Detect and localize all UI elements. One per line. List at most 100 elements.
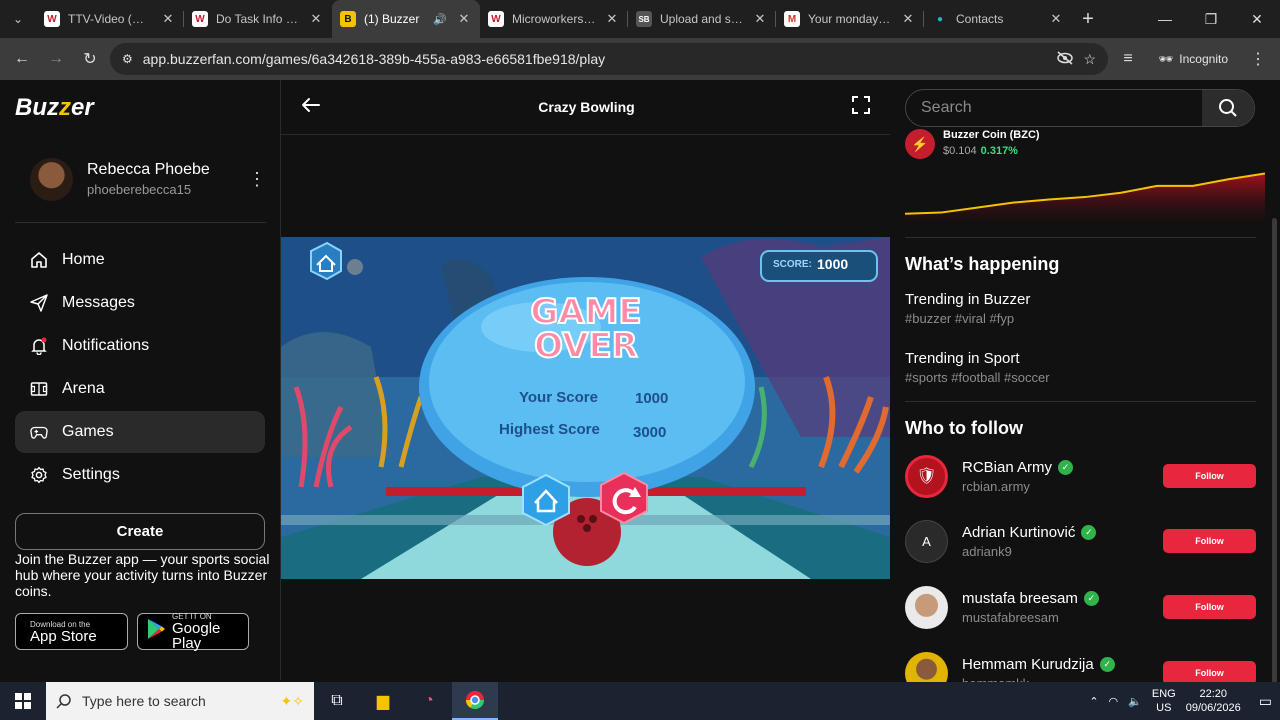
store-badges: Download on the App Store GET IT ON Goog… — [15, 612, 249, 651]
sidebar-item-settings[interactable]: Settings — [15, 454, 265, 496]
coin-price: $0.104 — [943, 145, 977, 157]
follow-suggestion[interactable]: 🛡 RCBian Army ✓ rcbian.army Follow — [905, 453, 1256, 499]
incognito-indicator[interactable]: 🕶 Incognito — [1148, 52, 1238, 66]
tab-favicon: SB — [636, 11, 652, 27]
back-arrow-icon[interactable] — [301, 97, 321, 118]
tab-close-icon[interactable]: ✕ — [604, 11, 620, 27]
follow-suggestion[interactable]: A Adrian Kurtinović ✓ adriank9 Follow — [905, 518, 1256, 564]
tab-title: Contacts — [956, 12, 1004, 26]
trend-item[interactable]: Trending in Buzzer #buzzer #viral #fyp — [905, 291, 1030, 326]
your-score-label: Your Score — [519, 389, 598, 406]
language-indicator[interactable]: ENG US — [1152, 687, 1176, 715]
clock[interactable]: 22:20 09/06/2026 — [1186, 687, 1241, 715]
follow-suggestion[interactable]: mustafa breesam ✓ mustafabreesam Follow — [905, 584, 1256, 630]
speaker-icon[interactable]: 🔊 — [432, 13, 448, 26]
browser-tab[interactable]: W Microworkers - v ✕ — [480, 0, 628, 38]
tab-close-icon[interactable]: ✕ — [160, 11, 176, 27]
browser-tab[interactable]: M Your monday CR ✕ — [776, 0, 924, 38]
coin-name: Buzzer Coin (BZC) — [943, 129, 1040, 141]
avatar[interactable] — [905, 585, 948, 629]
trend-item[interactable]: Trending in Sport #sports #football #soc… — [905, 350, 1050, 385]
sidebar-item-messages[interactable]: Messages — [15, 282, 265, 324]
game-canvas[interactable]: SCORE: 1000 GAME OVER Your Score 1000 Hi… — [281, 237, 890, 579]
browser-tab-bar: ⌄ W TTV-Video (CC): ✕ W Do Task Info | M… — [0, 0, 1280, 38]
browser-tab[interactable]: W Do Task Info | M ✕ — [184, 0, 332, 38]
follow-button[interactable]: Follow — [1163, 595, 1256, 619]
tab-title: (1) Buzzer — [364, 12, 420, 26]
app-store-big-text: App Store — [30, 627, 97, 645]
scrollbar[interactable] — [1272, 218, 1277, 688]
tab-favicon: W — [488, 11, 504, 27]
google-play-button[interactable]: GET IT ON Google Play — [137, 612, 249, 651]
left-sidebar: Buzzer Rebecca Phoebe phoeberebecca15 ⋮ … — [0, 80, 281, 680]
avatar[interactable] — [30, 157, 73, 201]
task-view-icon[interactable]: ⧉ — [314, 682, 360, 720]
media-control-icon[interactable]: ≡ — [1114, 45, 1142, 73]
suggestion-name: RCBian Army — [962, 458, 1053, 476]
coin-ticker[interactable]: ⚡ Buzzer Coin (BZC) $0.104 0.317% — [905, 129, 1040, 159]
tab-search-icon[interactable]: ⌄ — [0, 0, 36, 38]
forward-arrow-icon[interactable]: → — [42, 45, 70, 73]
tab-title: TTV-Video (CC): — [68, 12, 152, 26]
tab-close-icon[interactable]: ✕ — [900, 11, 916, 27]
gear-icon — [30, 466, 48, 484]
notification-center-icon[interactable]: ▭ — [1259, 693, 1272, 710]
chrome-icon[interactable] — [452, 682, 498, 720]
game-restart-button[interactable] — [601, 473, 647, 523]
search-input[interactable]: Search — [906, 99, 1202, 117]
tab-close-icon[interactable]: ✕ — [456, 11, 472, 27]
verified-icon: ✓ — [1099, 656, 1115, 672]
arena-icon — [30, 380, 48, 398]
fullscreen-icon[interactable] — [852, 95, 870, 119]
back-arrow-icon[interactable]: ← — [8, 45, 36, 73]
browser-tab[interactable]: SB Upload and sha ✕ — [628, 0, 776, 38]
home-icon — [30, 251, 48, 269]
reload-icon[interactable]: ↻ — [76, 45, 104, 73]
windows-taskbar: Type here to search ✦✧ ⧉ ▆ ◔ ⌃ ◠ 🔈 ENG U… — [0, 682, 1280, 720]
tray-chevron-icon[interactable]: ⌃ — [1089, 695, 1098, 708]
tab-close-icon[interactable]: ✕ — [308, 11, 324, 27]
browser-tab[interactable]: ● Contacts ✕ — [924, 0, 1072, 38]
paint-app-icon[interactable]: ◔ — [406, 682, 452, 720]
game-home-button[interactable] — [523, 475, 569, 525]
buzzer-logo[interactable]: Buzzer — [15, 94, 94, 122]
minimize-icon[interactable]: — — [1142, 11, 1188, 28]
game-menu-home-button[interactable] — [311, 243, 341, 279]
eye-off-icon[interactable] — [1056, 50, 1074, 68]
tab-close-icon[interactable]: ✕ — [1048, 11, 1064, 27]
buzzer-coin-icon: ⚡ — [905, 129, 935, 159]
file-explorer-icon[interactable]: ▆ — [360, 682, 406, 720]
suggestion-handle: mustafabreesam — [962, 609, 1059, 625]
follow-button[interactable]: Follow — [1163, 464, 1256, 488]
sidebar-item-home[interactable]: Home — [15, 239, 265, 281]
main-nav: Home Messages Notifications Arena Games … — [15, 239, 265, 497]
browser-tab[interactable]: W TTV-Video (CC): ✕ — [36, 0, 184, 38]
maximize-icon[interactable]: ❐ — [1188, 11, 1234, 28]
suggestion-name: Adrian Kurtinović — [962, 523, 1076, 541]
start-button[interactable] — [0, 693, 46, 709]
browser-tab-active[interactable]: B (1) Buzzer 🔊 ✕ — [332, 0, 480, 38]
sidebar-item-arena[interactable]: Arena — [15, 368, 265, 410]
browser-menu-icon[interactable]: ⋮ — [1244, 45, 1272, 73]
create-button[interactable]: Create — [15, 513, 265, 550]
avatar[interactable]: 🛡 — [905, 454, 948, 498]
sidebar-item-notifications[interactable]: Notifications — [15, 325, 265, 367]
site-info-icon[interactable]: ⚙ — [122, 52, 133, 66]
address-bar[interactable]: ⚙ app.buzzerfan.com/games/6a342618-389b-… — [110, 43, 1109, 75]
incognito-icon: 🕶 — [1158, 52, 1174, 66]
follow-button[interactable]: Follow — [1163, 529, 1256, 553]
avatar[interactable]: A — [905, 519, 948, 563]
volume-icon[interactable]: 🔈 — [1128, 695, 1142, 708]
sidebar-item-games[interactable]: Games — [15, 411, 265, 453]
app-store-button[interactable]: Download on the App Store — [15, 613, 128, 650]
new-tab-button[interactable]: + — [1072, 8, 1104, 31]
user-profile[interactable]: Rebecca Phoebe phoeberebecca15 ⋮ — [30, 156, 266, 202]
close-window-icon[interactable]: ✕ — [1234, 11, 1280, 28]
bookmark-star-icon[interactable]: ☆ — [1084, 51, 1097, 68]
search-icon — [56, 694, 71, 709]
tab-close-icon[interactable]: ✕ — [752, 11, 768, 27]
taskbar-search[interactable]: Type here to search ✦✧ — [46, 682, 314, 720]
search-button[interactable] — [1202, 90, 1254, 126]
more-options-icon[interactable]: ⋮ — [248, 169, 266, 190]
network-icon[interactable]: ◠ — [1109, 695, 1119, 708]
